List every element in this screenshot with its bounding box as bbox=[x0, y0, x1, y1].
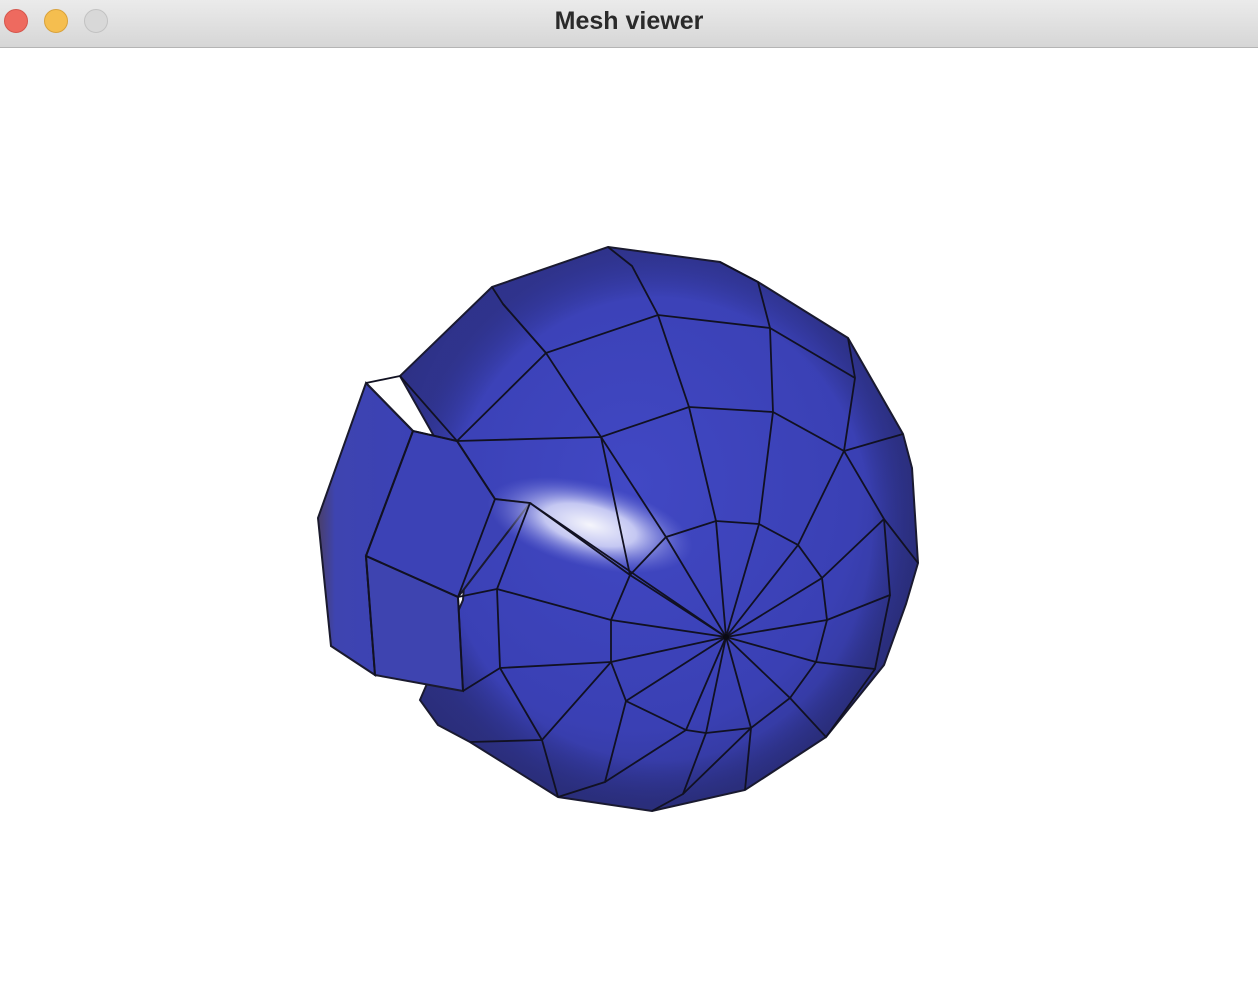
mesh-viewer-window: Mesh viewer bbox=[0, 0, 1258, 1008]
viewport-canvas[interactable] bbox=[0, 48, 1258, 1008]
mesh-render[interactable] bbox=[0, 0, 1258, 1008]
mesh-pole-vertex bbox=[723, 634, 729, 640]
